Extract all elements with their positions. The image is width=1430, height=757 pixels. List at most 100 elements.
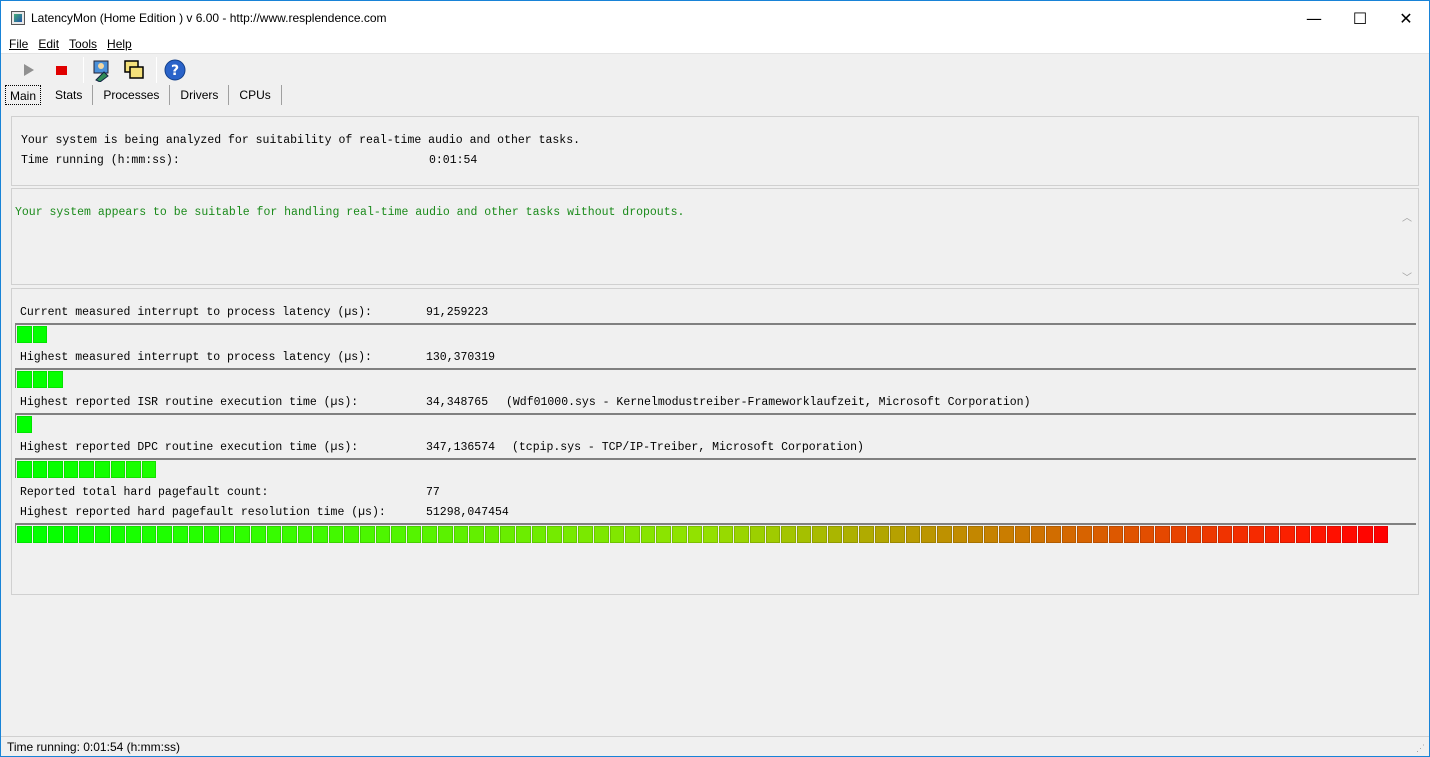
- bar-segment: [48, 461, 63, 478]
- tab-stats[interactable]: Stats: [45, 85, 94, 105]
- bar-segment: [640, 526, 656, 543]
- bar-segment: [1139, 526, 1155, 543]
- pagefault-count-label: Reported total hard pagefault count:: [20, 486, 269, 499]
- bar-segment: [531, 526, 547, 543]
- tab-cpus[interactable]: CPUs: [229, 85, 282, 105]
- bar-segment: [32, 461, 48, 478]
- svg-text:?: ?: [171, 63, 179, 79]
- bar-segment: [17, 461, 32, 478]
- menu-edit[interactable]: Edit: [38, 37, 59, 51]
- help-button[interactable]: ?: [161, 56, 189, 84]
- bar-segment: [593, 526, 609, 543]
- bar-segment: [734, 526, 749, 543]
- current-latency-label: Current measured interrupt to process la…: [20, 306, 372, 319]
- close-button[interactable]: ✕: [1383, 1, 1429, 35]
- bar-segment: [141, 461, 157, 478]
- bar-segment: [235, 526, 250, 543]
- bar-segment: [32, 526, 48, 543]
- bar-segment: [1124, 526, 1139, 543]
- bar-segment: [874, 526, 890, 543]
- toolbar-separator: [83, 57, 84, 83]
- tab-main[interactable]: Main: [5, 85, 42, 105]
- bar-segment: [562, 526, 578, 543]
- bar-segment: [516, 526, 531, 543]
- windows-button[interactable]: [120, 56, 148, 84]
- bar-segment: [266, 526, 282, 543]
- help-icon: ?: [164, 59, 186, 81]
- status-bar: Time running: 0:01:54 (h:mm:ss) ⋰: [1, 736, 1429, 756]
- highest-latency-value: 130,370319: [426, 351, 496, 364]
- result-message: Your system appears to be suitable for h…: [15, 206, 685, 219]
- bar-segment: [812, 526, 827, 543]
- menu-file[interactable]: File: [9, 37, 28, 51]
- bar-segment: [313, 526, 328, 543]
- menu-edit-label: Edit: [38, 37, 60, 51]
- isr-value: 34,348765: [426, 396, 489, 409]
- title-bar[interactable]: LatencyMon (Home Edition ) v 6.00 - http…: [1, 1, 1429, 35]
- pagefault-time-value: 51298,047454: [426, 506, 509, 519]
- bar-segment: [1155, 526, 1170, 543]
- bar-segment: [422, 526, 438, 543]
- maximize-button[interactable]: ☐: [1337, 1, 1383, 35]
- bar-segment: [905, 526, 921, 543]
- window-controls: — ☐ ✕: [1291, 1, 1429, 35]
- current-latency-value: 91,259223: [426, 306, 489, 319]
- bar-segment: [328, 526, 344, 543]
- analysis-status-text: Your system is being analyzed for suitab…: [21, 134, 580, 147]
- bar-segment: [1186, 526, 1202, 543]
- pagefault-count-value: 77: [426, 486, 440, 499]
- isr-bar: [15, 413, 1416, 433]
- bar-segment: [781, 526, 796, 543]
- bar-segment: [671, 526, 687, 543]
- bar-segment: [703, 526, 718, 543]
- bar-segment: [500, 526, 515, 543]
- bar-segment: [219, 526, 235, 543]
- tab-strip: Main Stats Processes Drivers CPUs: [5, 85, 282, 105]
- bar-segment: [484, 526, 500, 543]
- highest-latency-bar: [15, 368, 1416, 388]
- scroll-down-icon[interactable]: ﹀: [1402, 269, 1412, 284]
- menu-bar: File Edit Tools Help: [1, 35, 1429, 54]
- bar-segment: [952, 526, 968, 543]
- bar-segment: [110, 526, 126, 543]
- bar-segment: [172, 526, 188, 543]
- bar-segment: [1030, 526, 1046, 543]
- bar-segment: [1046, 526, 1061, 543]
- bar-segment: [63, 526, 79, 543]
- bar-segment: [1264, 526, 1280, 543]
- tab-drivers[interactable]: Drivers: [170, 85, 230, 105]
- bar-segment: [968, 526, 983, 543]
- bar-segment: [1342, 526, 1358, 543]
- stop-icon: [55, 65, 67, 75]
- bar-segment: [126, 461, 141, 478]
- bar-segment: [188, 526, 204, 543]
- bar-segment: [438, 526, 453, 543]
- bar-segment: [625, 526, 640, 543]
- scroll-up-icon[interactable]: ︿: [1402, 209, 1412, 224]
- bar-segment: [578, 526, 593, 543]
- bar-segment: [94, 526, 110, 543]
- bar-segment: [687, 526, 703, 543]
- start-button[interactable]: [15, 56, 43, 84]
- minimize-button[interactable]: —: [1291, 1, 1337, 35]
- bar-segment: [999, 526, 1014, 543]
- bar-segment: [1077, 526, 1092, 543]
- bar-segment: [250, 526, 266, 543]
- bar-segment: [1358, 526, 1373, 543]
- bar-segment: [110, 461, 126, 478]
- menu-tools[interactable]: Tools: [69, 37, 97, 51]
- user-settings-button[interactable]: [88, 56, 116, 84]
- menu-help[interactable]: Help: [107, 37, 132, 51]
- bar-segment: [360, 526, 375, 543]
- bar-segment: [391, 526, 406, 543]
- resize-grip-icon[interactable]: ⋰: [1416, 743, 1425, 754]
- bar-segment: [1233, 526, 1248, 543]
- toolbar: ?: [1, 55, 1429, 85]
- tab-processes[interactable]: Processes: [93, 85, 171, 105]
- bar-segment: [48, 526, 63, 543]
- bar-segment: [94, 461, 110, 478]
- bar-segment: [937, 526, 952, 543]
- stop-button[interactable]: [47, 56, 75, 84]
- result-message-panel[interactable]: Your system appears to be suitable for h…: [11, 188, 1419, 285]
- status-text: Time running: 0:01:54 (h:mm:ss): [7, 739, 180, 754]
